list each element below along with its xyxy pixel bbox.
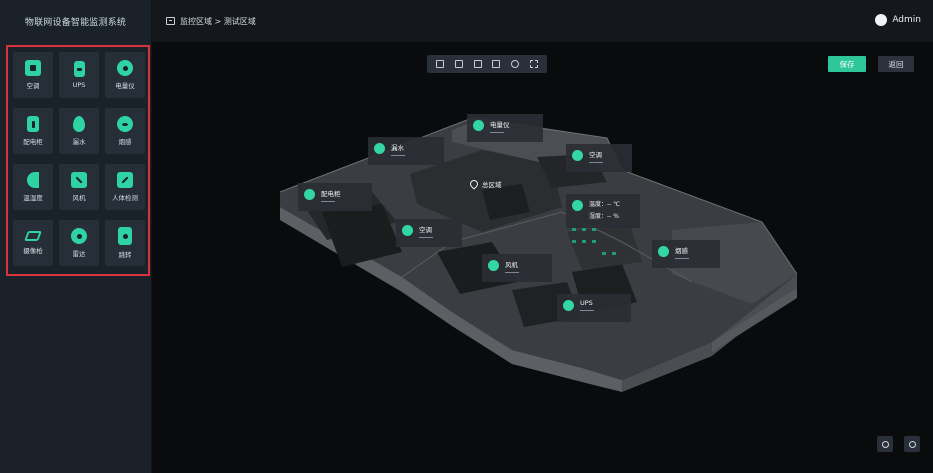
device-label: 烟感	[118, 138, 132, 146]
device-distribution-cabinet[interactable]: 配电柜	[13, 108, 53, 154]
device-label: UPS	[72, 81, 86, 89]
zoom-out-icon	[881, 440, 889, 448]
device-label: 摄像枪	[23, 247, 43, 255]
device-ups[interactable]: UPS	[59, 52, 99, 98]
app-root: 物联网设备智能监测系统 空调 UPS 电量仪 配电柜 漏水 烟感 温湿度 风机 …	[0, 0, 933, 473]
water-leak-icon	[374, 143, 385, 154]
device-label: 配电柜	[23, 138, 43, 146]
camera-icon	[24, 231, 42, 241]
zone-label[interactable]: 总区域	[468, 178, 502, 190]
tag-name: 配电柜	[321, 190, 341, 198]
device-temp-humidity[interactable]: 温湿度	[13, 164, 53, 210]
tag-name: 烟感	[675, 247, 688, 255]
canvas-toolbar	[427, 55, 547, 73]
breadcrumb[interactable]: 监控区域 > 测试区域	[180, 16, 256, 27]
device-label: 风机	[72, 194, 86, 202]
top-bar: 监控区域 > 测试区域 Admin	[152, 0, 933, 42]
body-sensor-icon	[117, 172, 133, 188]
radar-icon	[71, 228, 87, 244]
device-fan[interactable]: 风机	[59, 164, 99, 210]
device-tag-fan[interactable]: 风机	[482, 254, 552, 282]
tag-value-placeholder	[505, 272, 519, 273]
device-tag-distribution-cabinet[interactable]: 配电柜	[298, 183, 372, 211]
fan-icon	[488, 260, 499, 271]
temp-humidity-icon	[27, 172, 39, 188]
tag-name: 漏水	[391, 144, 404, 152]
device-camera[interactable]: 摄像枪	[13, 220, 53, 266]
device-power-meter[interactable]: 电量仪	[105, 52, 145, 98]
zoom-in-button[interactable]	[904, 436, 920, 452]
tag-value-placeholder	[580, 310, 594, 311]
app-title: 物联网设备智能监测系统	[24, 17, 127, 28]
save-button[interactable]: 保存	[828, 56, 866, 72]
device-palette: 空调 UPS 电量仪 配电柜 漏水 烟感 温湿度 风机 人体检测 摄像枪 雷达 …	[6, 45, 150, 276]
device-label: 空调	[26, 82, 40, 90]
jump-pin-icon	[118, 227, 132, 245]
device-tag-power-meter[interactable]: 电量仪	[467, 114, 543, 142]
device-tag-air-conditioner-1[interactable]: 空调	[566, 144, 632, 172]
copy-icon[interactable]	[473, 60, 482, 68]
device-label: 雷达	[72, 250, 86, 258]
resize-icon[interactable]	[529, 60, 538, 68]
air-conditioner-icon	[25, 60, 41, 76]
avatar	[875, 14, 888, 26]
air-conditioner-icon	[572, 150, 583, 161]
humidity-reading: 湿度：-- %	[589, 213, 619, 220]
tag-name: 风机	[505, 261, 518, 269]
tag-value-placeholder	[391, 155, 405, 156]
paste-icon[interactable]	[492, 60, 501, 68]
sidebar: 物联网设备智能监测系统 空调 UPS 电量仪 配电柜 漏水 烟感 温湿度 风机 …	[0, 0, 152, 473]
tag-name: 电量仪	[490, 121, 510, 129]
calendar-icon[interactable]	[454, 60, 463, 68]
device-label: 温湿度	[23, 194, 43, 202]
back-button[interactable]: 返回	[878, 56, 914, 72]
delete-icon[interactable]	[436, 60, 445, 68]
distribution-cabinet-icon	[27, 116, 39, 132]
device-smoke-sensor[interactable]: 烟感	[105, 108, 145, 154]
air-conditioner-icon	[402, 225, 413, 236]
zoom-in-icon	[908, 440, 916, 448]
distribution-cabinet-icon	[304, 189, 315, 200]
device-radar[interactable]: 雷达	[59, 220, 99, 266]
zoom-out-button[interactable]	[877, 436, 893, 452]
ups-icon	[73, 61, 85, 77]
device-air-conditioner[interactable]: 空调	[13, 52, 53, 98]
device-body-sensor[interactable]: 人体检测	[105, 164, 145, 210]
location-pin-icon	[468, 178, 480, 190]
device-tag-temp-humidity[interactable]: 温度：-- ℃ 湿度：-- %	[566, 194, 640, 228]
rotate-icon[interactable]	[510, 60, 519, 68]
smoke-sensor-icon	[117, 116, 133, 132]
power-meter-icon	[117, 60, 133, 76]
device-tag-water-leak[interactable]: 漏水	[368, 137, 444, 165]
zone-name: 总区域	[482, 181, 502, 189]
tag-name: 空调	[589, 151, 602, 159]
fan-icon	[71, 172, 87, 188]
tag-name: 空调	[419, 226, 432, 234]
device-label: 人体检测	[112, 194, 138, 202]
device-jump[interactable]: 跳转	[105, 220, 145, 266]
temperature-reading: 温度：-- ℃	[589, 201, 620, 208]
tag-value-placeholder	[490, 132, 504, 133]
device-tag-air-conditioner-2[interactable]: 空调	[396, 219, 462, 247]
device-tag-ups[interactable]: UPS	[557, 294, 631, 322]
tag-value-placeholder	[419, 237, 433, 238]
device-label: 电量仪	[115, 82, 135, 90]
device-tag-smoke-sensor[interactable]: 烟感	[652, 240, 720, 268]
device-water-leak[interactable]: 漏水	[59, 108, 99, 154]
tag-value-placeholder	[589, 162, 603, 163]
temp-humidity-icon	[572, 200, 583, 211]
tag-value-placeholder	[675, 258, 689, 259]
tag-name: UPS	[580, 299, 593, 307]
floor-plan-canvas[interactable]: 保存 返回 总区域 电量仪 漏水 空调 温度：-- ℃ 湿度：-- % 配电柜	[152, 42, 933, 473]
user-menu[interactable]: Admin	[875, 14, 921, 26]
tag-value-placeholder	[321, 201, 335, 202]
device-label: 跳转	[118, 251, 132, 259]
water-leak-icon	[73, 116, 85, 132]
user-name: Admin	[892, 15, 921, 25]
breadcrumb-icon	[166, 17, 175, 25]
ups-icon	[563, 300, 574, 311]
power-meter-icon	[473, 120, 484, 131]
device-label: 漏水	[72, 138, 86, 146]
smoke-sensor-icon	[658, 246, 669, 257]
